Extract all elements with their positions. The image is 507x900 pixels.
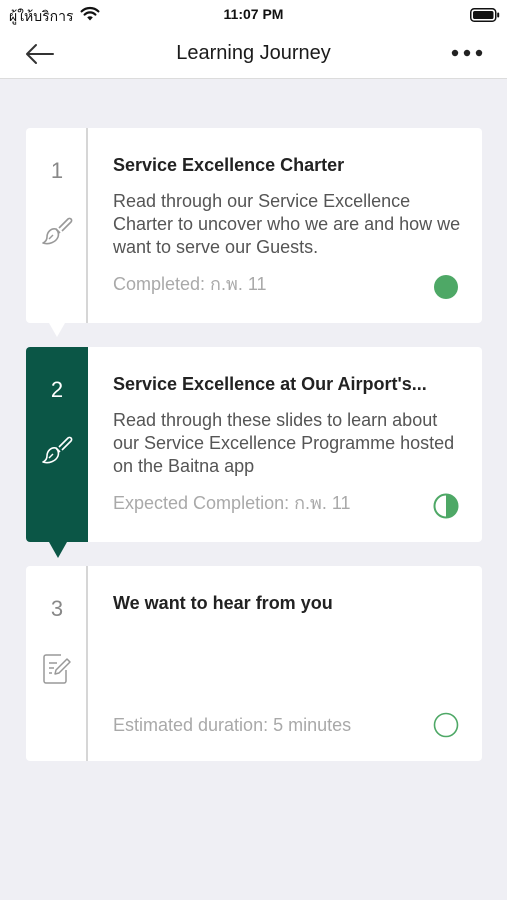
step-description: Read through our Service Excellence Char…: [113, 191, 461, 257]
status-time: 11:07 PM: [223, 6, 284, 22]
journey-step-card-active[interactable]: 2 Service Excellence at Our Airport's...…: [26, 347, 482, 558]
journey-step-card[interactable]: 1 Service Excellence Charter Read throug…: [26, 128, 482, 337]
step-description: Read through these slides to learn about…: [113, 410, 455, 476]
step-number: 1: [50, 158, 64, 183]
brush-icon: [39, 212, 75, 248]
step-title: We want to hear from you: [113, 593, 333, 613]
survey-edit-icon: [39, 650, 75, 686]
step-title: Service Excellence Charter: [113, 155, 345, 175]
more-options-icon[interactable]: [446, 42, 490, 66]
battery-icon: [470, 8, 500, 27]
completed-status-icon: [433, 274, 459, 300]
step-status: Completed: ก.พ. 11: [113, 274, 267, 294]
step-title: Service Excellence at Our Airport's...: [113, 374, 427, 394]
not-started-status-icon: [433, 712, 459, 738]
step-status: Expected Completion: ก.พ. 11: [113, 493, 351, 513]
page-title: Learning Journey: [176, 42, 331, 64]
half-progress-status-icon: [433, 493, 459, 519]
step-rail: 1: [26, 128, 88, 323]
status-bar: ผู้ให้บริการ 11:07 PM: [0, 0, 507, 30]
brush-icon: [39, 431, 75, 467]
step-rail: 3: [26, 566, 88, 761]
journey-step-card[interactable]: 3 We want to hear from you Estimated dur…: [26, 566, 482, 761]
step-connector: [49, 323, 65, 337]
step-number: 3: [50, 596, 64, 621]
step-rail-active: 2: [26, 347, 88, 558]
step-status: Estimated duration: 5 minutes: [113, 715, 352, 735]
step-connector-active: [49, 542, 67, 558]
step-number: 2: [50, 377, 64, 402]
nav-bar: Learning Journey: [0, 30, 507, 79]
